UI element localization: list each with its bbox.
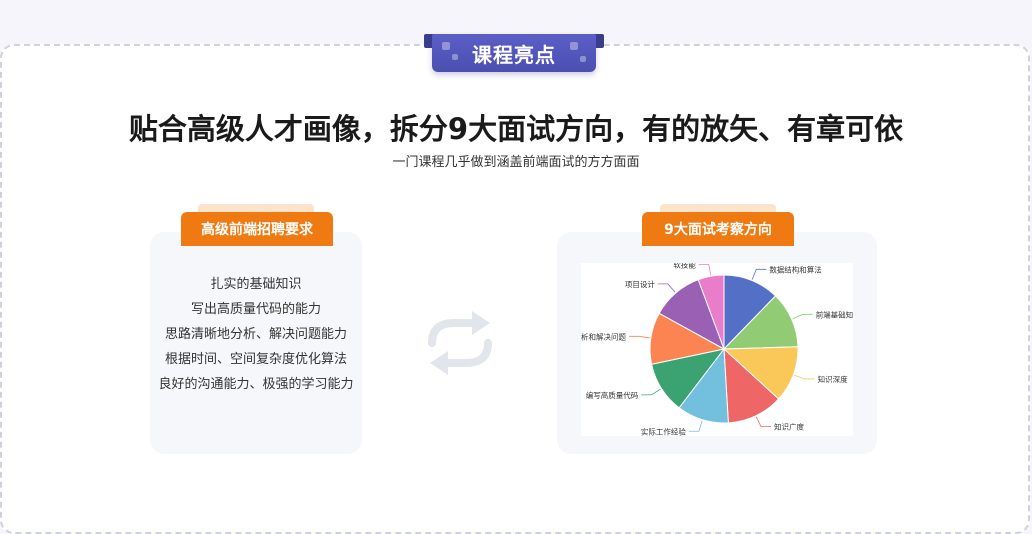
- pie-label-line: [641, 388, 661, 396]
- requirements-list: 扎实的基础知识 写出高质量代码的能力 思路清晰地分析、解决问题能力 根据时间、空…: [150, 272, 362, 397]
- badge-decoration: [570, 42, 578, 50]
- pie-label-line: [755, 416, 771, 428]
- requirements-tab-label: 高级前端招聘要求: [201, 222, 313, 238]
- badge-decoration: [452, 54, 458, 60]
- page-title: 贴合高级人才画像，拆分9大面试方向，有的放矢、有章可依: [128, 112, 904, 146]
- section-badge: 课程亮点: [432, 34, 596, 72]
- pie-label-line: [628, 335, 650, 339]
- pie-label-line: [698, 263, 712, 276]
- list-item: 根据时间、空间复杂度优化算法: [164, 352, 347, 367]
- pie-slice-label: 分析和解决问题: [581, 331, 626, 341]
- pie-slice-label: 知识深度: [818, 374, 848, 384]
- list-item: 写出高质量代码的能力: [190, 302, 321, 317]
- pie-label-line: [751, 268, 767, 280]
- pie-slice-label: 编写高质量代码: [586, 390, 639, 400]
- pie-slice-label: 项目设计: [625, 279, 655, 289]
- pie-label-line: [657, 283, 676, 293]
- pie-slice-label: 软技能: [673, 263, 696, 269]
- page-subtitle: 一门课程几乎做到涵盖前端面试的方方面面: [392, 155, 640, 170]
- pie-label-line: [792, 313, 813, 320]
- swap-arrows-icon: [428, 311, 492, 375]
- list-item: 扎实的基础知识: [210, 277, 302, 292]
- pie-chart-container: 数据结构和算法前端基础知识知识深度知识广度 实际工作经验 编写高质量代码 分析和解决问…: [573, 259, 861, 436]
- badge-decoration: [442, 42, 450, 50]
- pie-slice-label: 前端基础知识: [816, 309, 853, 319]
- badge-label: 课程亮点: [472, 42, 556, 67]
- directions-tab-label: 9大面试考察方向: [664, 222, 772, 238]
- requirements-tab: 高级前端招聘要求: [181, 212, 333, 246]
- badge-decoration: [580, 56, 586, 62]
- pie-slice-label: 实际工作经验: [641, 426, 686, 436]
- list-item: 思路清晰地分析、解决问题能力: [164, 327, 347, 342]
- pie-label-line: [688, 420, 703, 432]
- list-item: 良好的沟通能力、极强的学习能力: [158, 377, 354, 392]
- pie-label-line: [794, 374, 815, 380]
- pie-slice-label: 数据结构和算法: [769, 264, 822, 274]
- pie-slice-label: 知识广度: [774, 422, 804, 432]
- directions-tab: 9大面试考察方向: [642, 212, 794, 246]
- interview-directions-pie-chart: 数据结构和算法前端基础知识知识深度知识广度 实际工作经验 编写高质量代码 分析和解决问…: [573, 259, 861, 436]
